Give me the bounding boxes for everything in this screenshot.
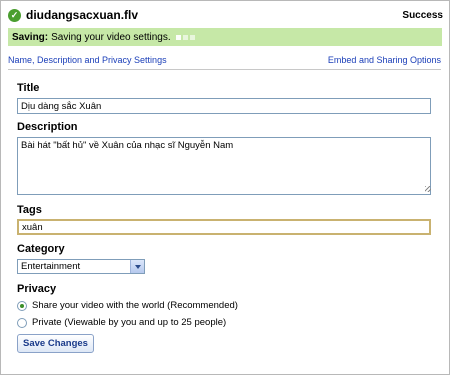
chevron-down-icon[interactable]	[130, 260, 144, 273]
filename: diudangsacxuan.flv	[26, 8, 139, 22]
category-selected-value: Entertainment	[21, 261, 81, 272]
upload-header: ✓ diudangsacxuan.flv Success	[8, 7, 443, 23]
tab-name-description-privacy[interactable]: Name, Description and Privacy Settings	[8, 55, 167, 65]
title-label: Title	[17, 82, 40, 94]
status-message: Saving your video settings.	[51, 31, 171, 43]
privacy-label: Privacy	[17, 283, 57, 295]
description-label: Description	[17, 121, 78, 133]
progress-indicator-icon	[175, 34, 195, 40]
settings-nav: Name, Description and Privacy Settings E…	[8, 54, 441, 66]
radio-unchecked-icon[interactable]	[17, 317, 27, 328]
tags-field[interactable]	[17, 219, 431, 235]
resize-grip-icon[interactable]	[425, 186, 431, 192]
divider	[8, 69, 441, 70]
privacy-option-label: Share your video with the world (Recomme…	[32, 300, 238, 311]
description-field[interactable]: Bài hát "bất hủ" về Xuân của nhạc sĩ Ngu…	[17, 137, 431, 195]
upload-status: Success	[402, 9, 443, 21]
file-info: ✓ diudangsacxuan.flv	[8, 8, 138, 22]
privacy-option-public[interactable]: Share your video with the world (Recomme…	[17, 300, 238, 311]
saving-status-bar: Saving: Saving your video settings.	[8, 28, 442, 46]
radio-checked-icon[interactable]	[17, 300, 27, 311]
tab-embed-sharing[interactable]: Embed and Sharing Options	[328, 55, 441, 65]
status-label: Saving:	[12, 31, 49, 43]
title-field[interactable]	[17, 98, 431, 114]
privacy-option-private[interactable]: Private (Viewable by you and up to 25 pe…	[17, 317, 226, 328]
tags-label: Tags	[17, 204, 42, 216]
video-settings-panel: ✓ diudangsacxuan.flv Success Saving: Sav…	[0, 0, 450, 375]
category-label: Category	[17, 243, 65, 255]
check-circle-icon: ✓	[8, 8, 21, 22]
privacy-option-label: Private (Viewable by you and up to 25 pe…	[32, 317, 227, 328]
save-changes-button[interactable]: Save Changes	[17, 334, 94, 353]
category-select[interactable]: Entertainment	[17, 259, 145, 274]
